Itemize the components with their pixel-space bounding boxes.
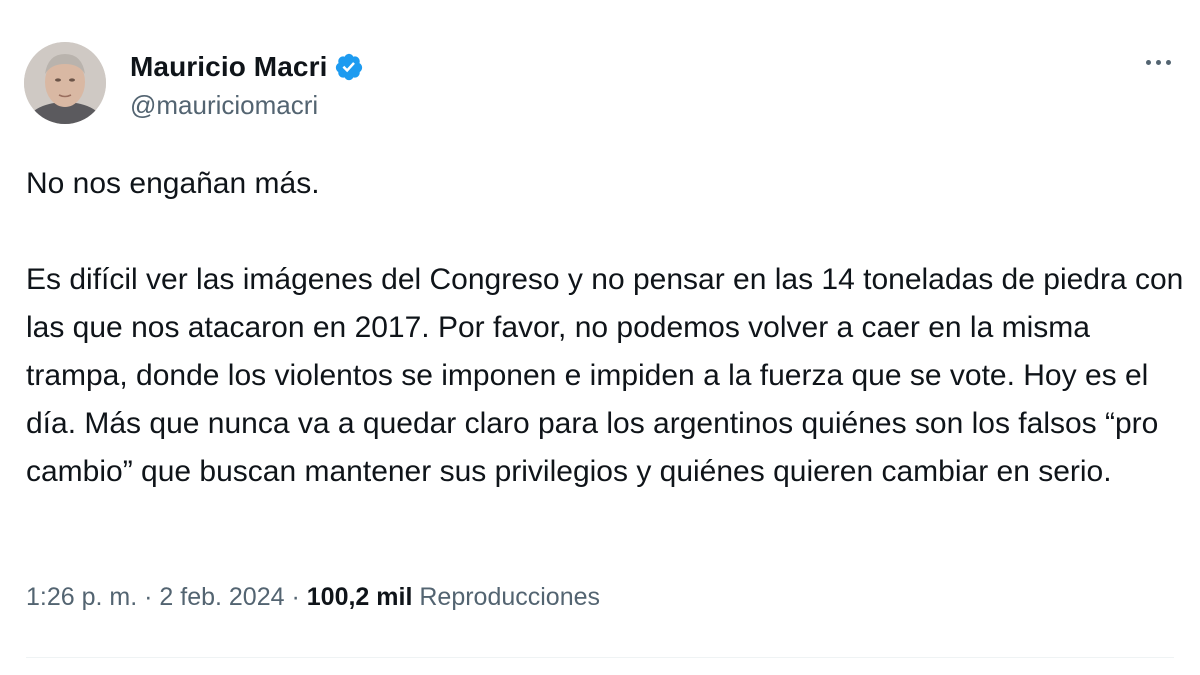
author-block: Mauricio Macri @mauriciomacri bbox=[130, 50, 364, 121]
author-handle[interactable]: @mauriciomacri bbox=[130, 90, 364, 121]
author-name-row: Mauricio Macri bbox=[130, 50, 364, 84]
verified-badge-icon[interactable] bbox=[334, 52, 364, 82]
avatar[interactable] bbox=[24, 42, 106, 124]
meta-separator: · bbox=[144, 583, 153, 611]
tweet-paragraph: No nos engañan más. bbox=[26, 167, 320, 200]
tweet-date[interactable]: 2 feb. 2024 bbox=[159, 583, 284, 611]
tweet-card: Mauricio Macri @mauriciomacri No nos eng… bbox=[0, 0, 1200, 675]
avatar-photo bbox=[24, 42, 106, 124]
more-dot bbox=[1165, 59, 1171, 65]
more-dot bbox=[1155, 59, 1161, 65]
divider bbox=[26, 657, 1174, 658]
more-dot bbox=[1145, 59, 1151, 65]
tweet-time[interactable]: 1:26 p. m. bbox=[26, 583, 137, 611]
meta-separator: · bbox=[291, 583, 300, 611]
tweet-meta: 1:26 p. m. · 2 feb. 2024 · 100,2 mil Rep… bbox=[26, 583, 600, 612]
views-label: Reproducciones bbox=[419, 583, 601, 611]
author-name[interactable]: Mauricio Macri bbox=[130, 51, 327, 83]
tweet-paragraph: Es difícil ver las imágenes del Congreso… bbox=[26, 263, 1184, 488]
tweet-text: No nos engañan más. Es difícil ver las i… bbox=[26, 160, 1186, 496]
views-count: 100,2 mil bbox=[306, 583, 413, 611]
more-options-icon[interactable] bbox=[1138, 48, 1178, 76]
